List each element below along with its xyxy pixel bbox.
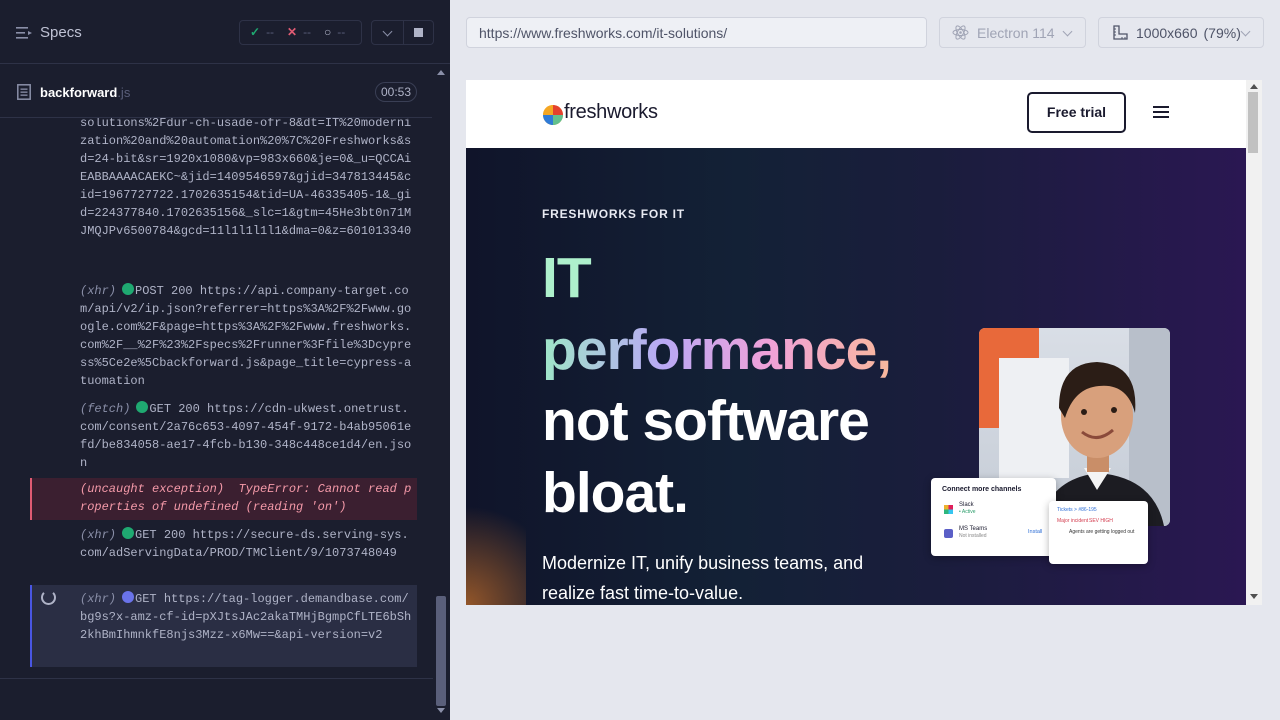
- pending-log-entry[interactable]: (xhr) GET https://tag-logger.demandbase.c…: [30, 585, 417, 667]
- hero-headline-line: IT: [542, 246, 592, 310]
- ticket-crumb: Tickets > #86-195: [1057, 507, 1097, 513]
- chevron-down-icon: [382, 26, 393, 37]
- pending-stat: ○ --: [324, 25, 345, 39]
- log-status: 200: [178, 402, 200, 416]
- log-status: 200: [163, 528, 186, 542]
- spec-name: backforward: [40, 85, 118, 100]
- log-kind: (xhr): [80, 528, 117, 542]
- chevron-down-icon: [1240, 26, 1251, 37]
- log-entry[interactable]: (xhr) POST 200 https://api.company-target…: [30, 282, 417, 390]
- free-trial-button[interactable]: Free trial: [1027, 92, 1126, 133]
- card-title: Connect more channels: [942, 486, 1022, 493]
- log-kind: (uncaught exception): [80, 482, 225, 496]
- test-stats: ✓ -- ✕ -- ○ --: [239, 20, 362, 45]
- spec-file-name: backforward.js: [40, 85, 130, 100]
- status-dot-icon: [122, 527, 135, 539]
- app-under-test-frame: freshworks Free trial FRESHWORKS FOR IT …: [466, 80, 1262, 605]
- hero-headline-line: performance,: [542, 318, 892, 382]
- log-text: solutions%2Fdur-ch-usade-ofr-8&dt=IT%20m…: [80, 118, 412, 238]
- options-dropdown-button[interactable]: [371, 20, 404, 45]
- pending-circle-icon: ○: [324, 25, 332, 39]
- ticket-tag: Major incident: [1057, 518, 1089, 524]
- status-dot-icon: [136, 401, 149, 413]
- reporter-panel: Specs ✓ -- ✕ -- ○ -- backforward.js 00:5…: [0, 0, 450, 720]
- stop-button[interactable]: [404, 20, 434, 45]
- log-kind: (xhr): [80, 592, 117, 606]
- failed-stat: ✕ --: [287, 25, 311, 39]
- scroll-down-icon[interactable]: [437, 708, 445, 713]
- site-header: freshworks Free trial: [466, 80, 1246, 148]
- x-icon: ✕: [287, 25, 298, 39]
- log-kind: (fetch): [80, 402, 131, 416]
- log-entry[interactable]: solutions%2Fdur-ch-usade-ofr-8&dt=IT%20m…: [30, 118, 417, 240]
- log-method: GET: [149, 402, 172, 416]
- channel-name: Slack: [959, 502, 974, 508]
- aut-panel: https://www.freshworks.com/it-solutions/…: [450, 0, 1280, 720]
- hero-headline-line: not software: [542, 389, 870, 453]
- slack-icon: [944, 505, 953, 514]
- ticket-tag: SEV HIGH: [1089, 518, 1113, 524]
- log-text: https://api.company-target.com/api/v2/ip…: [80, 284, 412, 388]
- passed-stat: ✓ --: [250, 25, 274, 39]
- command-log: solutions%2Fdur-ch-usade-ofr-8&dt=IT%20m…: [0, 118, 432, 678]
- status-dot-icon: [122, 283, 135, 295]
- log-status: 200: [171, 284, 193, 298]
- channel-status: Not installed: [959, 533, 987, 539]
- electron-icon: [952, 25, 969, 40]
- spec-duration: 00:53: [375, 82, 417, 102]
- spec-file-header[interactable]: backforward.js 00:53: [0, 74, 432, 118]
- ticket-card: Tickets > #86-195 Major incident SEV HIG…: [1049, 501, 1148, 564]
- hero-eyebrow: FRESHWORKS FOR IT: [542, 207, 685, 221]
- channel-status: • Active: [959, 509, 976, 515]
- channel-name: MS Teams: [959, 526, 988, 532]
- stop-icon: [414, 28, 423, 37]
- spinner-icon: [41, 590, 56, 605]
- failed-count: --: [303, 25, 312, 39]
- url-bar[interactable]: https://www.freshworks.com/it-solutions/: [466, 17, 927, 48]
- browser-label: Electron 114: [977, 25, 1055, 41]
- log-method: GET: [135, 592, 157, 606]
- log-kind: (xhr): [80, 284, 117, 298]
- hero-section: FRESHWORKS FOR IT IT performance, not so…: [466, 148, 1246, 605]
- spec-ext: .js: [117, 85, 131, 100]
- connect-channels-card: Connect more channels Slack • Active MS …: [931, 478, 1056, 556]
- scroll-down-icon[interactable]: [1250, 594, 1258, 599]
- specs-title[interactable]: Specs: [40, 24, 82, 41]
- freshworks-logo-icon[interactable]: [542, 104, 564, 126]
- browser-selector[interactable]: Electron 114: [939, 17, 1086, 48]
- hamburger-menu-icon[interactable]: [1153, 106, 1169, 118]
- ticket-note: Agents are getting logged out: [1069, 529, 1135, 535]
- viewport-size: 1000x660: [1136, 25, 1198, 41]
- log-method: GET: [135, 528, 157, 542]
- reporter-header: Specs ✓ -- ✕ -- ○ --: [0, 0, 450, 64]
- chevron-down-icon: [1062, 26, 1073, 37]
- log-method: POST: [135, 284, 164, 298]
- document-icon: [17, 84, 31, 100]
- divider: [0, 678, 433, 679]
- frame-scrollbar[interactable]: [1246, 80, 1262, 605]
- scroll-up-icon[interactable]: [437, 70, 445, 75]
- list-icon[interactable]: [16, 24, 32, 42]
- log-entry[interactable]: (fetch) GET 200 https://cdn-ukwest.onetru…: [30, 400, 417, 472]
- viewport-selector[interactable]: 1000x660 (79%): [1098, 17, 1264, 48]
- ruler-icon: [1113, 25, 1128, 40]
- install-link: Install: [1028, 529, 1043, 535]
- scrollbar-thumb[interactable]: [436, 596, 446, 706]
- pending-count: --: [337, 25, 346, 39]
- teams-icon: [944, 529, 953, 538]
- status-dot-icon: [122, 591, 135, 603]
- check-icon: ✓: [250, 25, 261, 39]
- hero-headline-line: bloat.: [542, 461, 689, 525]
- app-window: Specs ✓ -- ✕ -- ○ -- backforward.js 00:5…: [0, 0, 1280, 720]
- decorative-glow: [466, 478, 526, 605]
- passed-count: --: [266, 25, 275, 39]
- reporter-scrollbar[interactable]: [433, 64, 450, 720]
- hero-subhead: Modernize IT, unify business teams, and …: [542, 553, 864, 603]
- scroll-up-icon[interactable]: [1250, 84, 1258, 89]
- log-entry[interactable]: (xhr) GET 200 https://secure-ds.serving-s…: [30, 526, 417, 562]
- frame-scrollbar-thumb[interactable]: [1248, 92, 1258, 153]
- error-log-entry[interactable]: (uncaught exception) TypeError: Cannot r…: [30, 478, 417, 520]
- logo-text[interactable]: freshworks: [564, 101, 658, 124]
- viewport-zoom: (79%): [1203, 25, 1241, 41]
